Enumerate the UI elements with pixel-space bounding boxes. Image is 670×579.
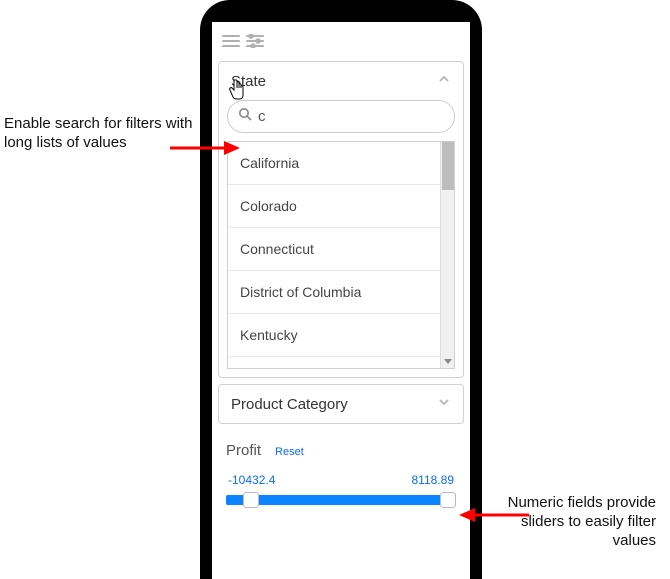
- state-list: California Colorado Connecticut District…: [227, 141, 455, 369]
- device-frame: State California Colorado Connecticut Di…: [200, 0, 482, 579]
- range-slider[interactable]: [226, 491, 456, 511]
- sliders-icon[interactable]: [246, 34, 264, 53]
- slider-handle-min[interactable]: [243, 492, 259, 508]
- slider-track: [226, 495, 456, 505]
- scrollbar-thumb[interactable]: [442, 142, 454, 190]
- range-min-value: -10432.4: [228, 473, 275, 487]
- search-box[interactable]: [227, 100, 455, 133]
- arrow-icon: [170, 138, 240, 158]
- profit-title: Profit: [226, 442, 261, 459]
- profit-header: Profit Reset: [226, 442, 456, 459]
- search-input[interactable]: [258, 108, 457, 125]
- list-item[interactable]: Connecticut: [228, 228, 454, 271]
- arrow-icon: [459, 505, 529, 525]
- range-max-value: 8118.89: [412, 473, 455, 487]
- list-item[interactable]: Kentucky: [228, 314, 454, 357]
- list-item[interactable]: District of Columbia: [228, 271, 454, 314]
- toolbar: [218, 30, 464, 61]
- list-view-icon[interactable]: [222, 34, 240, 53]
- category-panel-header[interactable]: Product Category: [219, 385, 463, 423]
- chevron-down-icon: [437, 395, 451, 413]
- list-item[interactable]: Colorado: [228, 185, 454, 228]
- search-icon: [238, 107, 252, 126]
- search-wrap: [219, 100, 463, 141]
- list-item[interactable]: California: [228, 142, 454, 185]
- state-filter-panel: State California Colorado Connecticut Di…: [218, 61, 464, 378]
- range-labels: -10432.4 8118.89: [226, 473, 456, 487]
- reset-button[interactable]: Reset: [275, 446, 304, 458]
- chevron-up-icon: [437, 72, 451, 90]
- state-panel-header[interactable]: State: [219, 62, 463, 100]
- profit-filter: Profit Reset -10432.4 8118.89: [218, 430, 464, 515]
- scroll-down-icon[interactable]: [444, 359, 452, 364]
- category-panel-title: Product Category: [231, 396, 348, 413]
- state-panel-title: State: [231, 73, 266, 90]
- slider-handle-max[interactable]: [440, 492, 456, 508]
- app-screen: State California Colorado Connecticut Di…: [212, 22, 470, 579]
- scrollbar[interactable]: [440, 142, 454, 368]
- category-filter-panel: Product Category: [218, 384, 464, 424]
